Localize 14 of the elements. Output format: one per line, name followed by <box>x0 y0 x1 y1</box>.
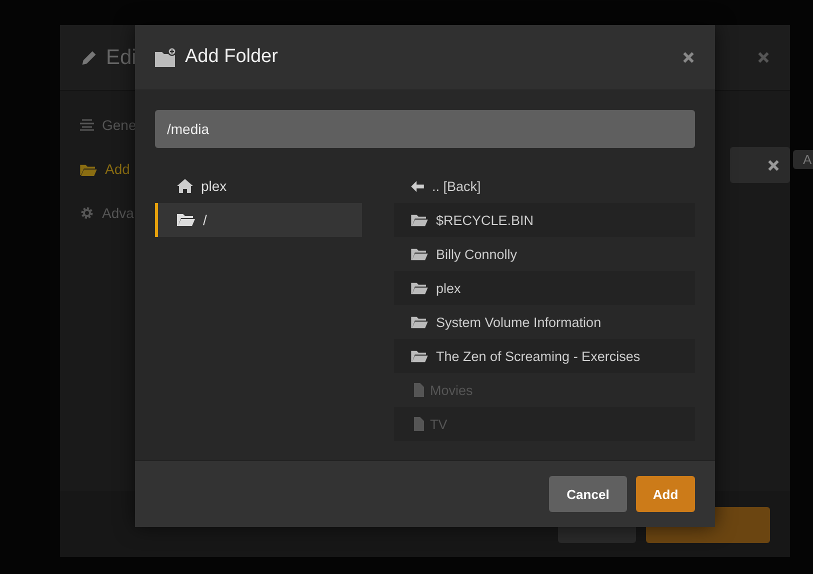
entry-label: .. [Back] <box>432 178 481 194</box>
entry-label: The Zen of Screaming - Exercises <box>436 348 640 364</box>
sidebar-label: Add <box>105 161 130 177</box>
dialog-title: Add Folder <box>185 46 278 68</box>
entry-label: plex <box>436 280 461 296</box>
sidebar-label: Adva <box>102 205 134 221</box>
entry-label: $RECYCLE.BIN <box>436 212 534 228</box>
entry-label: Billy Connolly <box>436 246 518 262</box>
place-label: plex <box>201 178 227 194</box>
dialog-title: Edi <box>106 46 136 70</box>
entry-label: System Volume Information <box>436 314 602 330</box>
place-label: / <box>203 212 207 228</box>
tag: A <box>793 150 813 169</box>
sidebar-label: Gene <box>102 117 136 133</box>
